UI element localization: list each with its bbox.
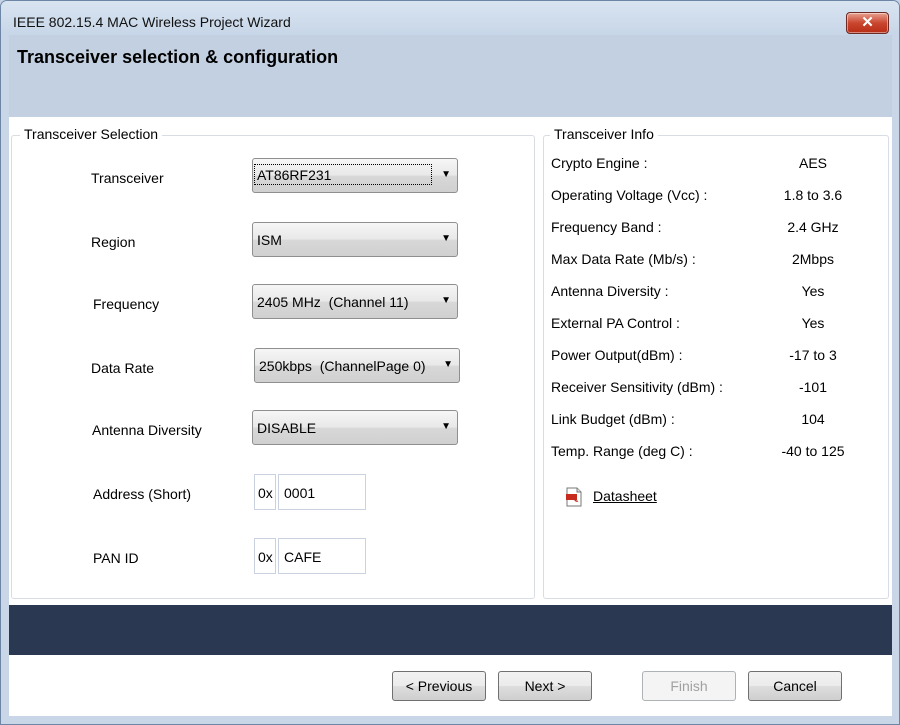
info-label-temp-range: Temp. Range (deg C) : (551, 443, 693, 459)
address-short-label: Address (Short) (93, 486, 192, 502)
close-button[interactable]: ✕ (846, 12, 889, 34)
data-rate-select[interactable]: 250kbps (ChannelPage 0) ▼ (254, 348, 460, 383)
info-value-power-output: -17 to 3 (789, 347, 837, 363)
transceiver-value: AT86RF231 (254, 164, 432, 185)
address-short-value: 0001 (284, 485, 316, 501)
chevron-down-icon: ▼ (441, 295, 451, 306)
info-value-receiver-sensitivity: -101 (798, 379, 828, 395)
pan-id-value: CAFE (284, 549, 322, 565)
region-value: ISM (257, 232, 282, 248)
wizard-header: Transceiver selection & configuration (9, 35, 892, 117)
address-hex-prefix: 0x (254, 474, 276, 510)
info-label-crypto-engine: Crypto Engine : (551, 155, 648, 171)
previous-button[interactable]: < Previous (392, 671, 486, 701)
title-bar: IEEE 802.15.4 MAC Wireless Project Wizar… (1, 1, 899, 35)
next-button[interactable]: Next > (498, 671, 592, 701)
info-label-power-output: Power Output(dBm) : (551, 347, 683, 363)
address-prefix-text: 0x (258, 485, 273, 501)
antenna-diversity-label: Antenna Diversity (92, 422, 202, 438)
chevron-down-icon: ▼ (443, 359, 453, 370)
info-value-external-pa-control: Yes (801, 315, 825, 331)
info-value-frequency-band: 2.4 GHz (787, 219, 839, 235)
info-label-frequency-band: Frequency Band : (551, 219, 662, 235)
info-label-operating-voltage: Operating Voltage (Vcc) : (551, 187, 708, 203)
info-value-crypto-engine: AES (798, 155, 827, 171)
cancel-button[interactable]: Cancel (748, 671, 842, 701)
pan-id-hex-prefix: 0x (254, 538, 276, 574)
info-label-antenna-diversity: Antenna Diversity : (551, 283, 669, 299)
region-label: Region (91, 234, 136, 250)
antenna-diversity-select[interactable]: DISABLE ▼ (252, 410, 458, 445)
pdf-icon (566, 487, 582, 507)
finish-button: Finish (642, 671, 736, 701)
info-value-max-data-rate: 2Mbps (791, 251, 835, 267)
info-value-antenna-diversity: Yes (801, 283, 825, 299)
info-label-link-budget: Link Budget (dBm) : (551, 411, 675, 427)
chevron-down-icon: ▼ (441, 169, 451, 180)
region-select[interactable]: ISM ▼ (252, 222, 458, 257)
transceiver-info-group: Transceiver Info (543, 126, 889, 599)
wizard-banner (9, 605, 892, 655)
info-label-receiver-sensitivity: Receiver Sensitivity (dBm) : (551, 379, 723, 395)
pan-id-prefix-text: 0x (258, 549, 273, 565)
frequency-label: Frequency (93, 296, 160, 312)
transceiver-select[interactable]: AT86RF231 ▼ (252, 158, 458, 193)
address-short-input[interactable]: 0001 (278, 474, 366, 510)
info-value-link-budget: 104 (801, 411, 825, 427)
pan-id-input[interactable]: CAFE (278, 538, 366, 574)
page-title: Transceiver selection & configuration (17, 47, 339, 67)
datasheet-link[interactable]: Datasheet (593, 488, 657, 504)
transceiver-label: Transceiver (91, 170, 164, 186)
info-value-operating-voltage: 1.8 to 3.6 (783, 187, 843, 203)
wizard-window: IEEE 802.15.4 MAC Wireless Project Wizar… (0, 0, 900, 725)
data-rate-label: Data Rate (91, 360, 155, 376)
frequency-value: 2405 MHz (Channel 11) (257, 294, 409, 310)
pan-id-label: PAN ID (93, 550, 139, 566)
chevron-down-icon: ▼ (441, 421, 451, 432)
transceiver-selection-title: Transceiver Selection (20, 126, 163, 142)
data-rate-value: 250kbps (ChannelPage 0) (259, 358, 426, 374)
close-icon: ✕ (861, 14, 874, 31)
info-value-temp-range: -40 to 125 (781, 443, 845, 459)
antenna-diversity-value: DISABLE (257, 420, 317, 436)
window-title: IEEE 802.15.4 MAC Wireless Project Wizar… (13, 14, 291, 30)
transceiver-info-title: Transceiver Info (550, 126, 658, 142)
chevron-down-icon: ▼ (441, 233, 451, 244)
frequency-select[interactable]: 2405 MHz (Channel 11) ▼ (252, 284, 458, 319)
info-label-external-pa-control: External PA Control : (551, 315, 680, 331)
info-label-max-data-rate: Max Data Rate (Mb/s) : (551, 251, 696, 267)
